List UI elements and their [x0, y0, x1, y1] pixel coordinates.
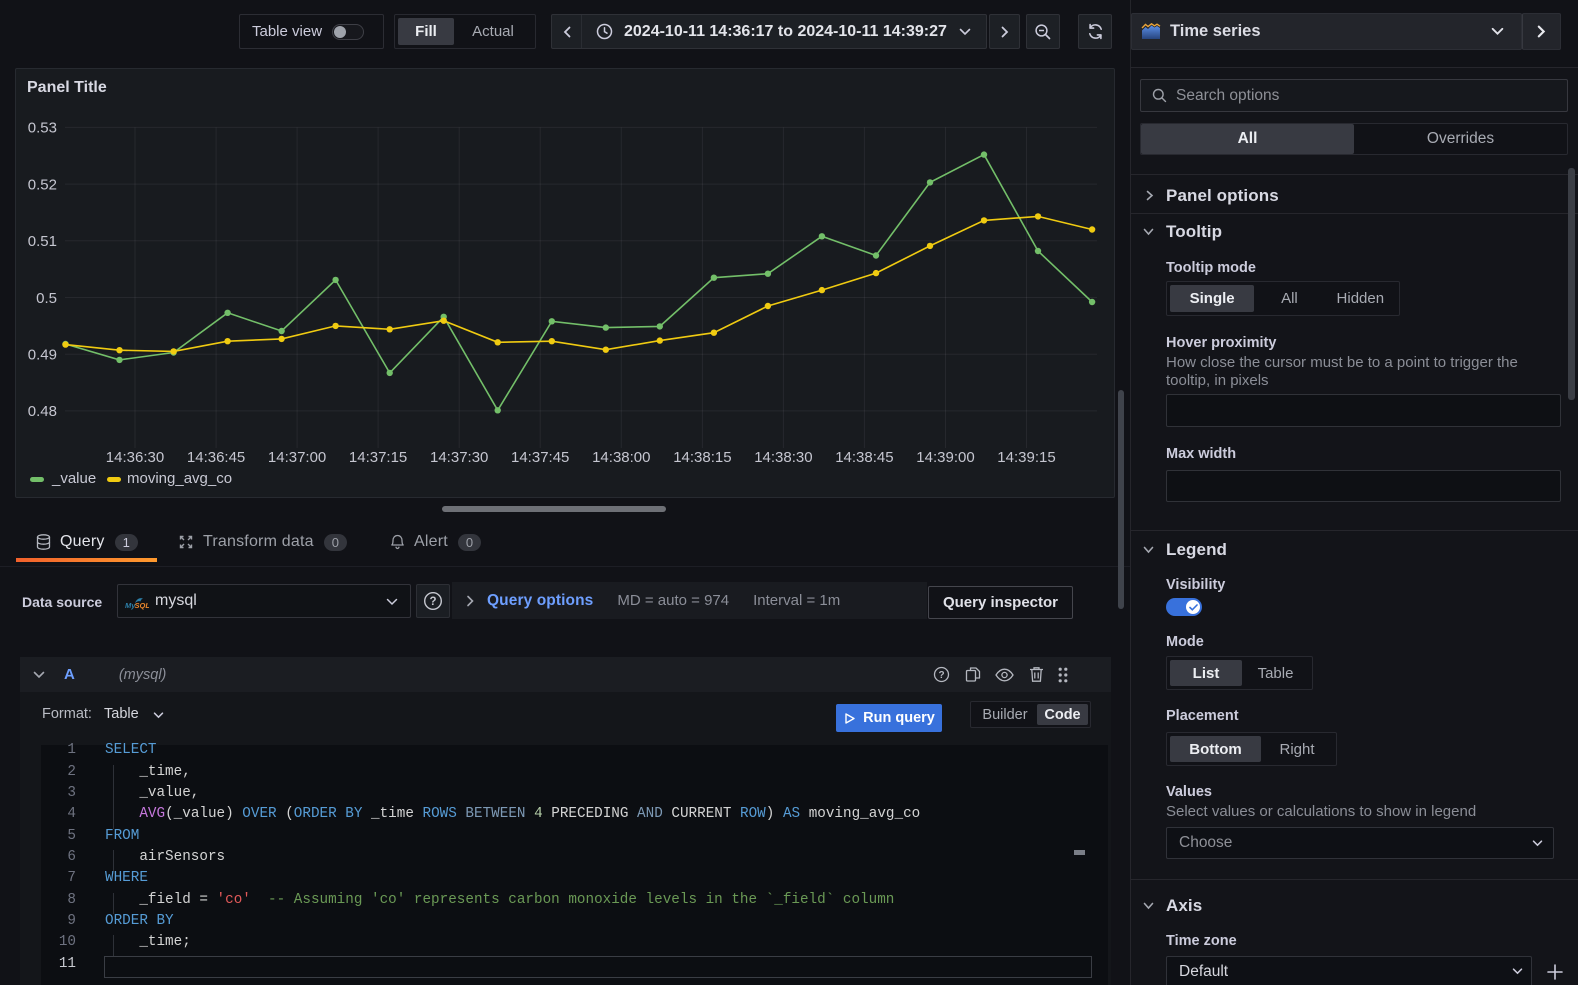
svg-text:14:38:45: 14:38:45	[835, 449, 893, 466]
svg-text:14:37:45: 14:37:45	[511, 449, 569, 466]
svg-text:14:37:15: 14:37:15	[349, 449, 407, 466]
svg-text:14:38:15: 14:38:15	[673, 449, 731, 466]
svg-text:14:38:00: 14:38:00	[592, 449, 650, 466]
svg-text:14:39:00: 14:39:00	[916, 449, 974, 466]
svg-text:?: ?	[429, 596, 436, 608]
svg-text:14:36:30: 14:36:30	[106, 449, 164, 466]
svg-text:0.52: 0.52	[28, 176, 57, 193]
svg-text:0.53: 0.53	[28, 120, 57, 137]
svg-text:0.48: 0.48	[28, 403, 57, 420]
svg-text:14:38:30: 14:38:30	[754, 449, 812, 466]
svg-text:?: ?	[938, 670, 944, 681]
svg-text:14:37:00: 14:37:00	[268, 449, 326, 466]
svg-text:14:39:15: 14:39:15	[997, 449, 1055, 466]
svg-text:0.51: 0.51	[28, 233, 57, 250]
svg-text:SQL: SQL	[135, 601, 150, 610]
svg-text:14:37:30: 14:37:30	[430, 449, 488, 466]
svg-text:0.5: 0.5	[36, 290, 57, 307]
svg-text:0.49: 0.49	[28, 347, 57, 364]
svg-text:14:36:45: 14:36:45	[187, 449, 245, 466]
